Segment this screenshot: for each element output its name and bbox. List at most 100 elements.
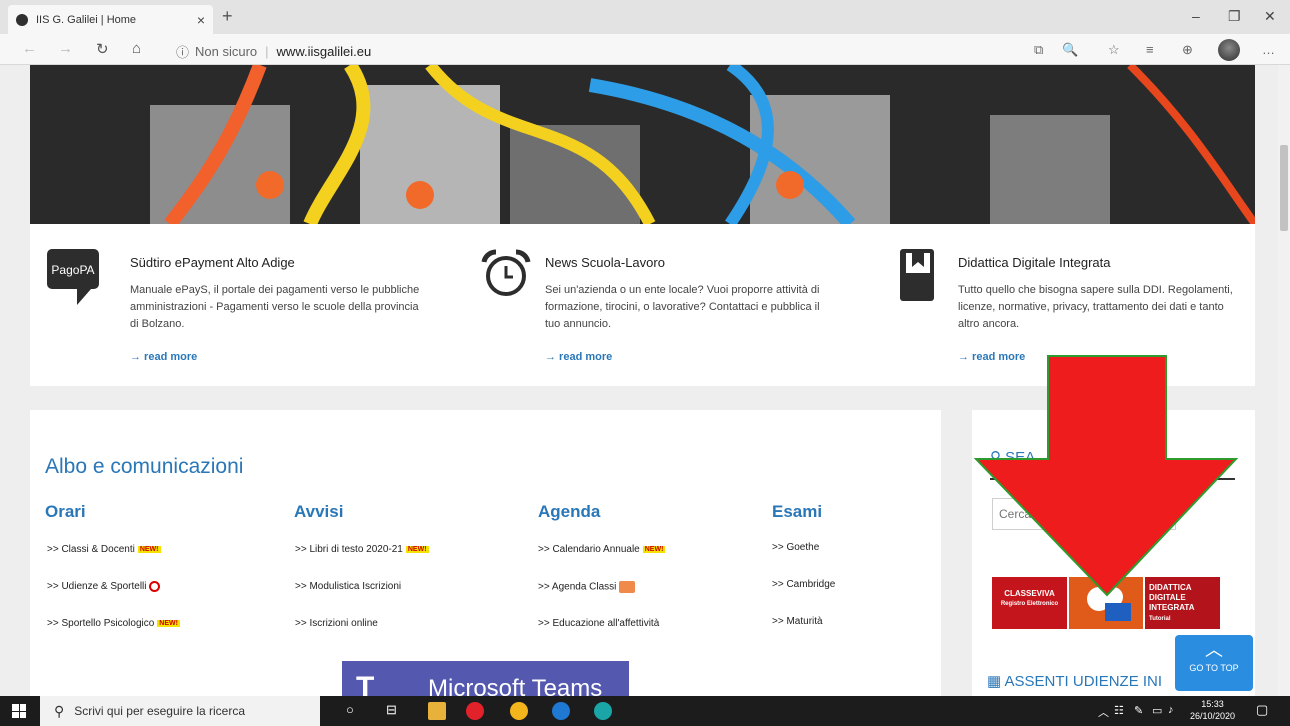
pagopa-icon: PagoPA: [47, 249, 99, 305]
book-icon: [900, 249, 934, 301]
search-icon: ⚲: [990, 449, 1006, 466]
pen-icon[interactable]: ✎: [1134, 704, 1143, 717]
close-window-button[interactable]: ✕: [1264, 8, 1276, 25]
link-agenda-classi[interactable]: >> Agenda Classi: [538, 581, 636, 593]
new-badge: NEW!: [137, 545, 161, 553]
teams-banner[interactable]: T Microsoft Teams: [342, 661, 629, 696]
scrollbar-thumb[interactable]: [1280, 145, 1288, 231]
column-title-agenda: Agenda: [538, 502, 601, 521]
back-button[interactable]: ←: [22, 40, 37, 57]
clock-date: 26/10/2020: [1190, 711, 1236, 721]
albo-section: Albo e comunicazioni Orari Avvisi Agenda…: [30, 410, 941, 696]
read-more-link[interactable]: → read more: [545, 351, 612, 363]
taskbar-search-text: Scrivi qui per eseguire la ricerca: [74, 704, 246, 718]
read-more-link[interactable]: → read more: [958, 351, 1025, 363]
ddi-tutorial-banner[interactable]: DIDATTICA DIGITALE INTEGRATA Tutorial: [1145, 577, 1220, 629]
chrome-icon[interactable]: [510, 702, 528, 720]
reader-view-icon[interactable]: ⧉: [1034, 42, 1043, 58]
feature-text: Sei un'azienda o un ente locale? Vuoi pr…: [545, 284, 820, 330]
new-tab-button[interactable]: +: [222, 6, 233, 27]
link-educazione-affettivita[interactable]: >> Educazione all'affettività: [538, 618, 659, 629]
features-section: PagoPA Südtiro ePayment Alto Adige Manua…: [30, 224, 1255, 386]
go-to-top-label: GO TO TOP: [1189, 663, 1239, 673]
tab-title: IIS G. Galilei | Home: [36, 13, 137, 26]
feature-title: News Scuola-Lavoro: [545, 255, 665, 270]
url-separator: |: [265, 44, 269, 59]
cloud-monitor-icon: [1087, 587, 1131, 621]
battery-icon[interactable]: ▭: [1152, 704, 1162, 717]
link-goethe[interactable]: >> Goethe: [772, 542, 819, 553]
browser-tab[interactable]: IIS G. Galilei | Home ×: [8, 5, 213, 34]
edge-icon[interactable]: [594, 702, 612, 720]
classeviva-banner[interactable]: CLASSEVIVA Registro Elettronico: [992, 577, 1067, 629]
taskbar-clock[interactable]: 15:33 26/10/2020: [1190, 698, 1235, 722]
tray-chevron-icon[interactable]: ︿: [1098, 704, 1109, 720]
network-icon[interactable]: ☷: [1114, 704, 1124, 717]
feature-title: Didattica Digitale Integrata: [958, 255, 1111, 270]
alarm-clock-icon: [481, 249, 531, 296]
windows-taskbar: ⚲ Scrivi qui per eseguire la ricerca ○ ⊟…: [0, 696, 1290, 726]
prohibited-icon: [148, 581, 160, 592]
link-classi-docenti[interactable]: >> Classi & Docenti NEW!: [47, 544, 161, 555]
chevron-up-icon: ︿: [1205, 640, 1223, 660]
new-badge: NEW!: [405, 545, 429, 553]
zoom-icon[interactable]: 🔍: [1062, 42, 1078, 58]
opera-icon[interactable]: [466, 702, 484, 720]
pagopa-icon-label: PagoPA: [51, 263, 94, 277]
feature-title: Südtiro ePayment Alto Adige: [130, 255, 295, 270]
link-calendario-annuale[interactable]: >> Calendario Annuale NEW!: [538, 544, 666, 555]
collections-icon[interactable]: ⊕: [1182, 42, 1193, 58]
internet-explorer-icon[interactable]: [552, 702, 570, 720]
address-bar: ← → ↻ ⌂ ⓘ Non sicuro | www.iisgalilei.eu…: [0, 34, 1290, 65]
windows-start-icon[interactable]: [12, 704, 26, 718]
notifications-icon[interactable]: ▢: [1256, 702, 1268, 718]
assenti-heading: ▦ ASSENTI UDIENZE INI: [987, 673, 1163, 690]
volume-icon[interactable]: ♪: [1168, 704, 1174, 716]
taskbar-search[interactable]: ⚲ Scrivi qui per eseguire la ricerca: [40, 696, 320, 726]
link-iscrizioni-online[interactable]: >> Iscrizioni online: [295, 618, 378, 629]
favorites-list-icon[interactable]: ≡: [1146, 42, 1154, 57]
column-title-avvisi: Avvisi: [294, 502, 344, 521]
link-sportello-psicologico[interactable]: >> Sportello Psicologico NEW!: [47, 618, 180, 629]
column-title-orari: Orari: [45, 502, 86, 521]
tab-close-icon[interactable]: ×: [197, 12, 205, 28]
link-maturita[interactable]: >> Maturità: [772, 616, 823, 627]
read-more-link[interactable]: → read more: [130, 351, 197, 363]
cortana-icon[interactable]: ○: [346, 702, 354, 717]
tab-bar: IIS G. Galilei | Home × + – ❐ ✕: [0, 0, 1290, 34]
link-udienze-sportelli[interactable]: >> Udienze & Sportelli: [47, 581, 160, 592]
go-to-top-button[interactable]: ︿ GO TO TOP: [1175, 635, 1253, 691]
column-title-esami: Esami: [772, 502, 823, 521]
site-favicon-icon: [16, 13, 28, 26]
search-heading: ⚲ SEA: [990, 449, 1036, 466]
new-badge: NEW!: [642, 545, 666, 553]
link-libri-di-testo[interactable]: >> Libri di testo 2020-21 NEW!: [295, 544, 429, 555]
hero-photo: [30, 65, 1255, 224]
minimize-button[interactable]: –: [1192, 8, 1200, 24]
search-input[interactable]: [992, 498, 1176, 530]
refresh-button[interactable]: ↻: [96, 40, 109, 58]
maximize-button[interactable]: ❐: [1228, 8, 1241, 25]
teams-banner-text: Microsoft Teams: [428, 675, 603, 696]
url-field[interactable]: ⓘ Non sicuro | www.iisgalilei.eu: [176, 42, 371, 61]
link-cambridge[interactable]: >> Cambridge: [772, 579, 835, 590]
hero-image: [30, 65, 1255, 224]
security-label: Non sicuro: [195, 44, 258, 59]
office365-banner[interactable]: [1069, 577, 1143, 629]
forward-button[interactable]: →: [58, 40, 73, 57]
calendar-icon: ▦: [987, 673, 1005, 690]
clock-time: 15:33: [1201, 699, 1224, 709]
page-viewport: PagoPA Südtiro ePayment Alto Adige Manua…: [0, 65, 1278, 696]
teams-logo-icon: T: [356, 671, 375, 696]
more-menu-icon[interactable]: …: [1262, 42, 1275, 57]
task-view-icon[interactable]: ⊟: [386, 702, 397, 718]
info-icon[interactable]: ⓘ: [176, 42, 189, 61]
file-explorer-icon[interactable]: [428, 702, 446, 720]
home-button[interactable]: ⌂: [132, 40, 141, 57]
profile-avatar[interactable]: [1218, 39, 1240, 61]
link-modulistica-iscrizioni[interactable]: >> Modulistica Iscrizioni: [295, 581, 401, 592]
albo-heading: Albo e comunicazioni: [45, 455, 244, 478]
new-badge: NEW!: [157, 619, 180, 627]
url-text: www.iisgalilei.eu: [276, 44, 372, 59]
favorite-star-icon[interactable]: ☆: [1108, 42, 1120, 58]
